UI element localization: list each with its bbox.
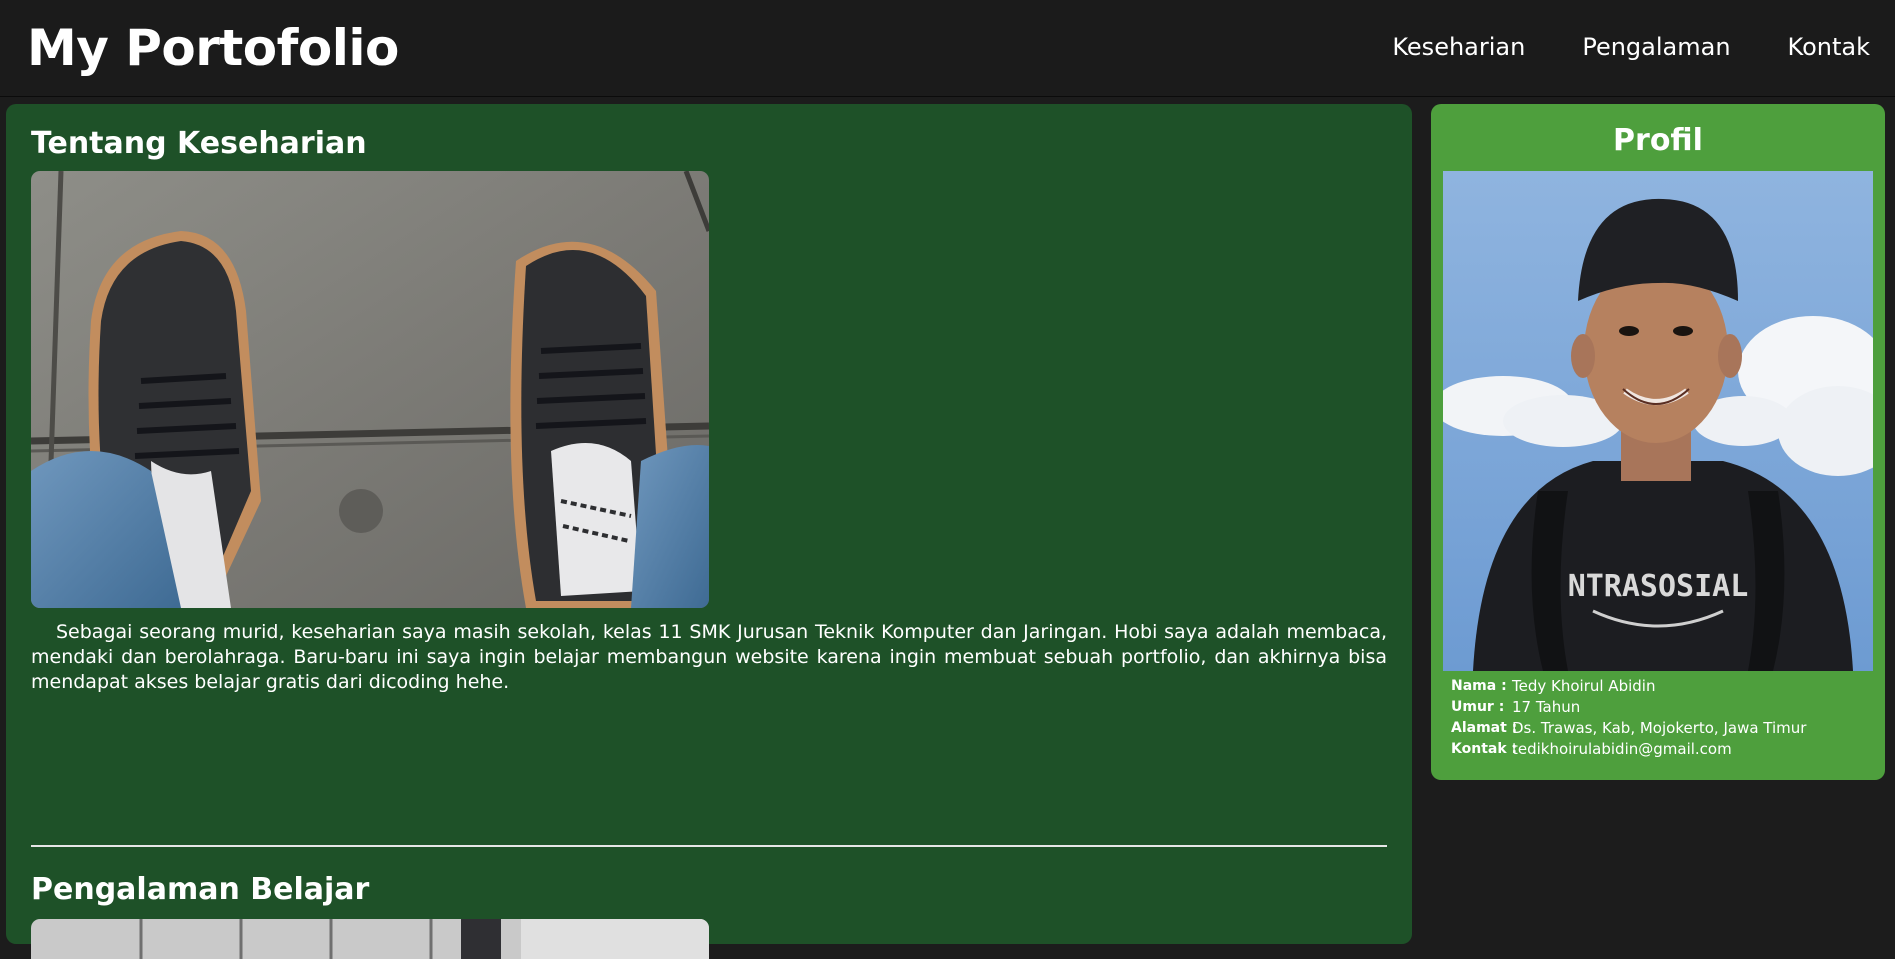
section-heading-keseharian: Tentang Keseharian [31,126,367,161]
profile-row-umur: Umur : 17 Tahun [1451,697,1806,718]
shirt-print-text: NTRASOSIAL [1568,569,1749,604]
profile-row-alamat: Alamat : Ds. Trawas, Kab, Mojokerto, Jaw… [1451,718,1806,739]
profile-value-nama: Tedy Khoirul Abidin [1512,677,1656,695]
profile-photo: NTRASOSIAL [1443,171,1873,671]
profile-value-kontak: tedikhoirulabidin@gmail.com [1512,740,1732,758]
profile-row-kontak: Kontak : tedikhoirulabidin@gmail.com [1451,739,1806,760]
nav-link-keseharian[interactable]: Keseharian [1392,30,1525,64]
site-header: My Portofolio Keseharian Pengalaman Kont… [0,0,1895,97]
nav-link-kontak[interactable]: Kontak [1788,30,1870,64]
profile-value-umur: 17 Tahun [1512,698,1581,716]
pengalaman-photo [31,919,709,959]
profile-value-alamat: Ds. Trawas, Kab, Mojokerto, Jawa Timur [1512,719,1807,737]
shoes-photo [31,171,709,608]
profile-label: Kontak : [1451,741,1518,757]
profile-heading: Profil [1613,123,1703,158]
section-divider [31,845,1387,847]
site-title: My Portofolio [27,19,399,77]
keseharian-paragraph: Sebagai seorang murid, keseharian saya m… [31,621,1387,693]
profile-label: Nama : [1451,678,1507,694]
profile-label: Alamat : [1451,720,1518,736]
profile-row-nama: Nama : Tedy Khoirul Abidin [1451,676,1806,697]
main-nav: Keseharian Pengalaman Kontak [1392,30,1870,64]
section-heading-pengalaman: Pengalaman Belajar [31,872,370,907]
article-card: Tentang Keseharian Sebagai seorang murid… [6,104,1412,959]
profile-label: Umur : [1451,699,1505,715]
profile-card: Profil NTRASOSIAL Nama: Tedy Khoirul Ab… [1431,104,1885,780]
profile-info: Nama : Tedy Khoirul Abidin Umur : 17 Tah… [1451,676,1806,760]
nav-link-pengalaman[interactable]: Pengalaman [1582,30,1730,64]
